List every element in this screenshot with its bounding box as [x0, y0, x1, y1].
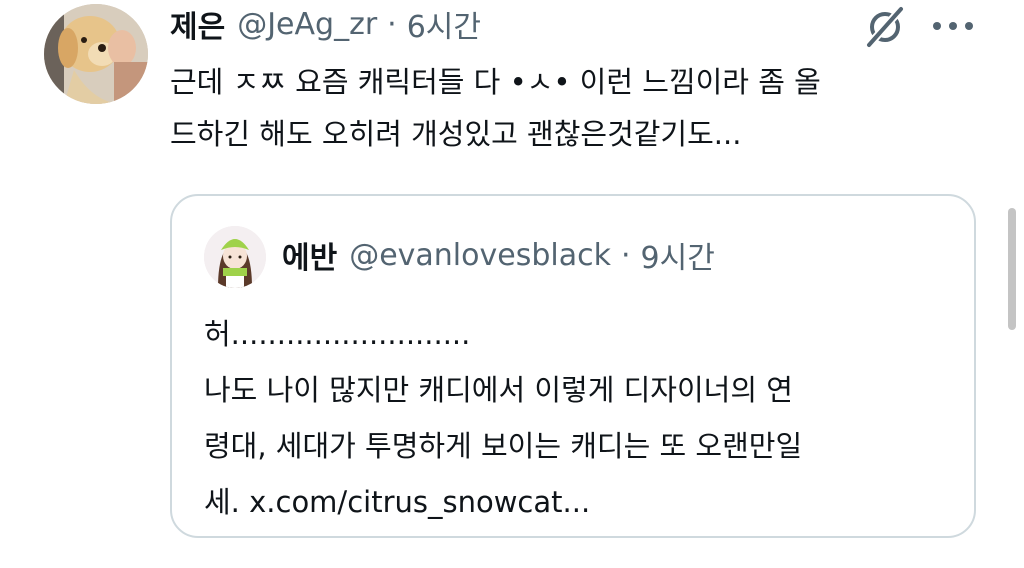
separator-dot: ·	[387, 6, 397, 42]
avatar[interactable]	[44, 4, 148, 104]
more-dot	[933, 22, 941, 30]
timestamp[interactable]: 6시간	[407, 2, 481, 46]
tweet-header: 제은 @JeAg_zr · 6시간	[170, 0, 481, 48]
tweet-text-line: 근데 ㅈㅉ 요즘 캐릭터들 다 •ㅅ• 이런 느낌이라 좀 올	[170, 65, 821, 99]
tweet-text-line: 드하긴 해도 오히려 개성있고 괜찮은것같기도...	[170, 117, 742, 151]
more-dot	[949, 22, 957, 30]
quoted-display-name[interactable]: 에반	[282, 233, 337, 277]
quoted-tweet-header: 에반 @evanlovesblack · 9시간	[282, 230, 715, 280]
quoted-avatar-drawing	[204, 226, 266, 288]
quoted-tweet-text: 허.......................... 나도 나이 많지만 캐디…	[204, 306, 954, 530]
quoted-separator-dot: ·	[620, 237, 631, 273]
quoted-text-line: 허..........................	[204, 317, 471, 351]
avatar-photo	[44, 4, 148, 104]
quoted-handle[interactable]: @evanlovesblack	[349, 238, 611, 273]
quoted-text-line: 나도 나이 많지만 캐디에서 이렇게 디자이너의 연	[204, 373, 793, 407]
grok-icon[interactable]	[860, 2, 910, 52]
quoted-avatar[interactable]	[204, 226, 266, 288]
quoted-text-line: 세. x.com/citrus_snowcat...	[204, 485, 591, 519]
tweet-text: 근데 ㅈㅉ 요즘 캐릭터들 다 •ㅅ• 이런 느낌이라 좀 올 드하긴 해도 오…	[170, 56, 970, 160]
quoted-tweet[interactable]: 에반 @evanlovesblack · 9시간 허..............…	[170, 194, 976, 538]
quoted-text-line: 령대, 세대가 투명하게 보이는 캐디는 또 오랜만일	[204, 429, 803, 463]
more-options-icon[interactable]	[928, 6, 978, 46]
scrollbar[interactable]	[1008, 208, 1016, 330]
more-dot	[965, 22, 973, 30]
tweet[interactable]: 제은 @JeAg_zr · 6시간 근데 ㅈㅉ 요즘 캐릭터들 다 •ㅅ• 이런…	[0, 0, 1024, 568]
handle[interactable]: @JeAg_zr	[237, 7, 377, 42]
quoted-timestamp[interactable]: 9시간	[641, 233, 715, 277]
display-name[interactable]: 제은	[170, 2, 225, 46]
